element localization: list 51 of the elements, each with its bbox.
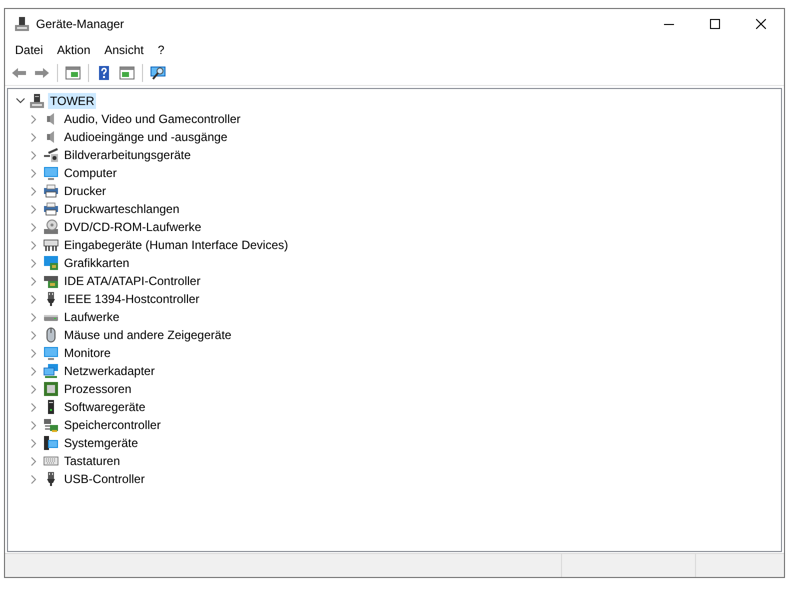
- keyboard-icon: [43, 237, 59, 253]
- window-pane-icon: [119, 65, 135, 81]
- graphics-card-icon: [43, 255, 59, 271]
- tree-item[interactable]: Computer: [62, 165, 119, 181]
- controller-card-icon: [43, 273, 59, 289]
- printer-icon: [43, 201, 59, 217]
- tree-item[interactable]: Audioeingänge und -ausgänge: [62, 129, 230, 145]
- tree-item[interactable]: IEEE 1394-Hostcontroller: [62, 291, 202, 307]
- tree-item[interactable]: Netzwerkadapter: [62, 363, 157, 379]
- monitor-icon: [43, 165, 59, 181]
- storage-controller-icon: [43, 417, 59, 433]
- tree-item[interactable]: Prozessoren: [62, 381, 134, 397]
- tree-item[interactable]: Eingabegeräte (Human Interface Devices): [62, 237, 290, 253]
- window-title: Geräte-Manager: [36, 17, 124, 31]
- tree-item[interactable]: Monitore: [62, 345, 113, 361]
- tree-item[interactable]: Laufwerke: [62, 309, 122, 325]
- network-icon: [43, 363, 59, 379]
- tree-item[interactable]: Bildverarbeitungsgeräte: [62, 147, 193, 163]
- camera-icon: [43, 147, 59, 163]
- printer-icon: [43, 183, 59, 199]
- maximize-icon: [710, 19, 720, 29]
- monitor-magnifier-icon: [150, 65, 166, 81]
- chevron-down-icon: [16, 98, 24, 104]
- tree-item[interactable]: Mäuse und andere Zeigegeräte: [62, 327, 234, 343]
- tree-item[interactable]: Softwaregeräte: [62, 399, 148, 415]
- tree-item[interactable]: Systemgeräte: [62, 435, 140, 451]
- help-icon: [96, 65, 112, 81]
- tree-item[interactable]: DVD/CD-ROM-Laufwerke: [62, 219, 204, 235]
- menu-item[interactable]: Aktion: [50, 40, 98, 60]
- menu-item[interactable]: Ansicht: [97, 40, 151, 60]
- menu-item[interactable]: Datei: [8, 40, 50, 60]
- computer-icon: [14, 16, 30, 32]
- computer-icon: [29, 93, 45, 109]
- monitor-icon: [43, 345, 59, 361]
- processor-icon: [43, 381, 59, 397]
- system-device-icon: [43, 435, 59, 451]
- menu-item[interactable]: ?: [150, 40, 172, 60]
- back-arrow-icon: [11, 65, 27, 81]
- forward-arrow-icon: [34, 65, 50, 81]
- tree-item[interactable]: Speichercontroller: [62, 417, 163, 433]
- disc-drive-icon: [43, 219, 59, 235]
- tree-item[interactable]: Tastaturen: [62, 453, 122, 469]
- close-icon: [756, 19, 766, 29]
- tree-item[interactable]: USB-Controller: [62, 471, 147, 487]
- window-pane-icon: [65, 65, 81, 81]
- tree-item[interactable]: IDE ATA/ATAPI-Controller: [62, 273, 202, 289]
- tree-item[interactable]: Drucker: [62, 183, 108, 199]
- tree-item[interactable]: TOWER: [48, 93, 96, 109]
- tree-item[interactable]: Grafikkarten: [62, 255, 132, 271]
- tree-item[interactable]: Druckwarteschlangen: [62, 201, 182, 217]
- tree-item[interactable]: Audio, Video und Gamecontroller: [62, 111, 243, 127]
